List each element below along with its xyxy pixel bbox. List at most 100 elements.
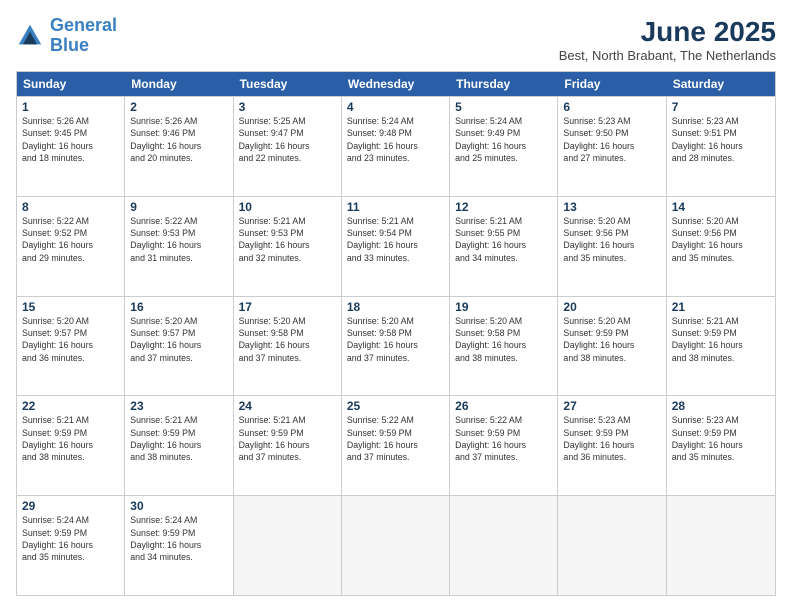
day-number-15: 15 bbox=[22, 300, 119, 314]
day-info-4: Sunrise: 5:24 AM Sunset: 9:48 PM Dayligh… bbox=[347, 115, 444, 164]
day-info-26: Sunrise: 5:22 AM Sunset: 9:59 PM Dayligh… bbox=[455, 414, 552, 463]
day-info-10: Sunrise: 5:21 AM Sunset: 9:53 PM Dayligh… bbox=[239, 215, 336, 264]
day-number-3: 3 bbox=[239, 100, 336, 114]
day-info-29: Sunrise: 5:24 AM Sunset: 9:59 PM Dayligh… bbox=[22, 514, 119, 563]
day-11: 11Sunrise: 5:21 AM Sunset: 9:54 PM Dayli… bbox=[342, 197, 450, 296]
day-5: 5Sunrise: 5:24 AM Sunset: 9:49 PM Daylig… bbox=[450, 97, 558, 196]
day-info-11: Sunrise: 5:21 AM Sunset: 9:54 PM Dayligh… bbox=[347, 215, 444, 264]
day-number-20: 20 bbox=[563, 300, 660, 314]
dow-wednesday: Wednesday bbox=[342, 72, 450, 96]
day-info-20: Sunrise: 5:20 AM Sunset: 9:59 PM Dayligh… bbox=[563, 315, 660, 364]
day-24: 24Sunrise: 5:21 AM Sunset: 9:59 PM Dayli… bbox=[234, 396, 342, 495]
day-19: 19Sunrise: 5:20 AM Sunset: 9:58 PM Dayli… bbox=[450, 297, 558, 396]
day-number-21: 21 bbox=[672, 300, 770, 314]
logo-line2: Blue bbox=[50, 35, 89, 55]
day-info-24: Sunrise: 5:21 AM Sunset: 9:59 PM Dayligh… bbox=[239, 414, 336, 463]
day-info-21: Sunrise: 5:21 AM Sunset: 9:59 PM Dayligh… bbox=[672, 315, 770, 364]
month-title: June 2025 bbox=[559, 16, 776, 48]
dow-thursday: Thursday bbox=[450, 72, 558, 96]
page: General Blue June 2025 Best, North Braba… bbox=[0, 0, 792, 612]
day-number-18: 18 bbox=[347, 300, 444, 314]
day-6: 6Sunrise: 5:23 AM Sunset: 9:50 PM Daylig… bbox=[558, 97, 666, 196]
day-info-27: Sunrise: 5:23 AM Sunset: 9:59 PM Dayligh… bbox=[563, 414, 660, 463]
week-row-3: 15Sunrise: 5:20 AM Sunset: 9:57 PM Dayli… bbox=[17, 296, 775, 396]
day-number-5: 5 bbox=[455, 100, 552, 114]
day-info-22: Sunrise: 5:21 AM Sunset: 9:59 PM Dayligh… bbox=[22, 414, 119, 463]
day-info-2: Sunrise: 5:26 AM Sunset: 9:46 PM Dayligh… bbox=[130, 115, 227, 164]
day-info-9: Sunrise: 5:22 AM Sunset: 9:53 PM Dayligh… bbox=[130, 215, 227, 264]
day-13: 13Sunrise: 5:20 AM Sunset: 9:56 PM Dayli… bbox=[558, 197, 666, 296]
calendar-header: Sunday Monday Tuesday Wednesday Thursday… bbox=[17, 72, 775, 96]
day-info-30: Sunrise: 5:24 AM Sunset: 9:59 PM Dayligh… bbox=[130, 514, 227, 563]
logo-icon bbox=[16, 22, 44, 50]
day-number-4: 4 bbox=[347, 100, 444, 114]
day-info-5: Sunrise: 5:24 AM Sunset: 9:49 PM Dayligh… bbox=[455, 115, 552, 164]
dow-monday: Monday bbox=[125, 72, 233, 96]
calendar-body: 1Sunrise: 5:26 AM Sunset: 9:45 PM Daylig… bbox=[17, 96, 775, 595]
day-9: 9Sunrise: 5:22 AM Sunset: 9:53 PM Daylig… bbox=[125, 197, 233, 296]
logo-text: General Blue bbox=[50, 16, 117, 56]
logo: General Blue bbox=[16, 16, 117, 56]
day-number-24: 24 bbox=[239, 399, 336, 413]
day-number-10: 10 bbox=[239, 200, 336, 214]
day-number-12: 12 bbox=[455, 200, 552, 214]
day-number-23: 23 bbox=[130, 399, 227, 413]
day-number-22: 22 bbox=[22, 399, 119, 413]
empty-cell-4-5 bbox=[558, 496, 666, 595]
week-row-5: 29Sunrise: 5:24 AM Sunset: 9:59 PM Dayli… bbox=[17, 495, 775, 595]
logo-line1: General bbox=[50, 15, 117, 35]
day-27: 27Sunrise: 5:23 AM Sunset: 9:59 PM Dayli… bbox=[558, 396, 666, 495]
day-8: 8Sunrise: 5:22 AM Sunset: 9:52 PM Daylig… bbox=[17, 197, 125, 296]
day-number-7: 7 bbox=[672, 100, 770, 114]
day-25: 25Sunrise: 5:22 AM Sunset: 9:59 PM Dayli… bbox=[342, 396, 450, 495]
day-info-17: Sunrise: 5:20 AM Sunset: 9:58 PM Dayligh… bbox=[239, 315, 336, 364]
day-info-1: Sunrise: 5:26 AM Sunset: 9:45 PM Dayligh… bbox=[22, 115, 119, 164]
dow-friday: Friday bbox=[558, 72, 666, 96]
day-number-2: 2 bbox=[130, 100, 227, 114]
day-3: 3Sunrise: 5:25 AM Sunset: 9:47 PM Daylig… bbox=[234, 97, 342, 196]
day-number-30: 30 bbox=[130, 499, 227, 513]
week-row-2: 8Sunrise: 5:22 AM Sunset: 9:52 PM Daylig… bbox=[17, 196, 775, 296]
day-20: 20Sunrise: 5:20 AM Sunset: 9:59 PM Dayli… bbox=[558, 297, 666, 396]
calendar: Sunday Monday Tuesday Wednesday Thursday… bbox=[16, 71, 776, 596]
day-info-19: Sunrise: 5:20 AM Sunset: 9:58 PM Dayligh… bbox=[455, 315, 552, 364]
day-7: 7Sunrise: 5:23 AM Sunset: 9:51 PM Daylig… bbox=[667, 97, 775, 196]
day-number-1: 1 bbox=[22, 100, 119, 114]
day-number-14: 14 bbox=[672, 200, 770, 214]
empty-cell-4-6 bbox=[667, 496, 775, 595]
header: General Blue June 2025 Best, North Braba… bbox=[16, 16, 776, 63]
day-number-13: 13 bbox=[563, 200, 660, 214]
day-number-9: 9 bbox=[130, 200, 227, 214]
subtitle: Best, North Brabant, The Netherlands bbox=[559, 48, 776, 63]
day-number-19: 19 bbox=[455, 300, 552, 314]
day-1: 1Sunrise: 5:26 AM Sunset: 9:45 PM Daylig… bbox=[17, 97, 125, 196]
day-16: 16Sunrise: 5:20 AM Sunset: 9:57 PM Dayli… bbox=[125, 297, 233, 396]
day-21: 21Sunrise: 5:21 AM Sunset: 9:59 PM Dayli… bbox=[667, 297, 775, 396]
day-number-11: 11 bbox=[347, 200, 444, 214]
day-number-29: 29 bbox=[22, 499, 119, 513]
day-4: 4Sunrise: 5:24 AM Sunset: 9:48 PM Daylig… bbox=[342, 97, 450, 196]
day-number-17: 17 bbox=[239, 300, 336, 314]
day-15: 15Sunrise: 5:20 AM Sunset: 9:57 PM Dayli… bbox=[17, 297, 125, 396]
day-number-25: 25 bbox=[347, 399, 444, 413]
day-12: 12Sunrise: 5:21 AM Sunset: 9:55 PM Dayli… bbox=[450, 197, 558, 296]
empty-cell-4-3 bbox=[342, 496, 450, 595]
day-info-15: Sunrise: 5:20 AM Sunset: 9:57 PM Dayligh… bbox=[22, 315, 119, 364]
day-info-16: Sunrise: 5:20 AM Sunset: 9:57 PM Dayligh… bbox=[130, 315, 227, 364]
day-2: 2Sunrise: 5:26 AM Sunset: 9:46 PM Daylig… bbox=[125, 97, 233, 196]
day-29: 29Sunrise: 5:24 AM Sunset: 9:59 PM Dayli… bbox=[17, 496, 125, 595]
day-14: 14Sunrise: 5:20 AM Sunset: 9:56 PM Dayli… bbox=[667, 197, 775, 296]
title-block: June 2025 Best, North Brabant, The Nethe… bbox=[559, 16, 776, 63]
day-22: 22Sunrise: 5:21 AM Sunset: 9:59 PM Dayli… bbox=[17, 396, 125, 495]
empty-cell-4-2 bbox=[234, 496, 342, 595]
day-info-7: Sunrise: 5:23 AM Sunset: 9:51 PM Dayligh… bbox=[672, 115, 770, 164]
day-info-25: Sunrise: 5:22 AM Sunset: 9:59 PM Dayligh… bbox=[347, 414, 444, 463]
day-number-16: 16 bbox=[130, 300, 227, 314]
day-28: 28Sunrise: 5:23 AM Sunset: 9:59 PM Dayli… bbox=[667, 396, 775, 495]
week-row-4: 22Sunrise: 5:21 AM Sunset: 9:59 PM Dayli… bbox=[17, 395, 775, 495]
day-23: 23Sunrise: 5:21 AM Sunset: 9:59 PM Dayli… bbox=[125, 396, 233, 495]
day-info-8: Sunrise: 5:22 AM Sunset: 9:52 PM Dayligh… bbox=[22, 215, 119, 264]
day-info-14: Sunrise: 5:20 AM Sunset: 9:56 PM Dayligh… bbox=[672, 215, 770, 264]
empty-cell-4-4 bbox=[450, 496, 558, 595]
day-info-6: Sunrise: 5:23 AM Sunset: 9:50 PM Dayligh… bbox=[563, 115, 660, 164]
